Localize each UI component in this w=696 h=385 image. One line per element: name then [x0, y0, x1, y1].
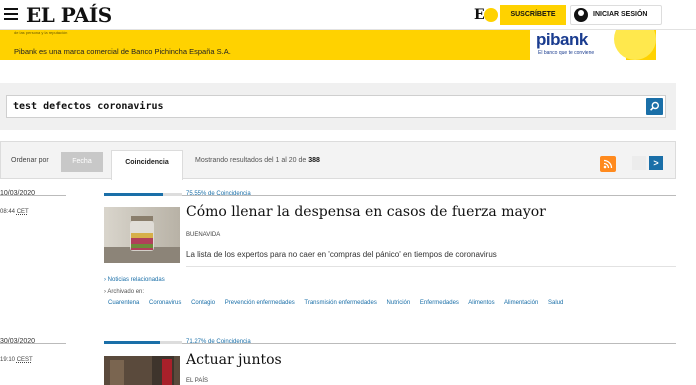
next-page-button[interactable]: >: [649, 156, 663, 170]
search-icon: [650, 101, 660, 111]
match-percentage: 71.27% de Coincidencia: [186, 339, 251, 345]
match-bar-fill: [104, 193, 163, 196]
user-icon: [574, 8, 588, 22]
result-section[interactable]: EL PAÍS: [186, 378, 208, 384]
ad-fine-print: de las persona y la reputación: [14, 30, 68, 35]
result-summary: La lista de los expertos para no caer en…: [186, 250, 497, 259]
match-bar: [104, 341, 182, 344]
tag-link[interactable]: Cuarentena: [108, 300, 139, 306]
tag-link[interactable]: Prevención enfermedades: [225, 300, 295, 306]
ad-logo-box: pibank El banco que te conviene: [530, 30, 626, 60]
ad-logo: pibank: [536, 30, 588, 49]
ad-tagline: El banco que te conviene: [538, 50, 595, 56]
summary-divider: [186, 266, 676, 267]
search-input[interactable]: test defectos coronavirus: [6, 95, 666, 118]
ad-text: Pibank es una marca comercial de Banco P…: [14, 47, 231, 56]
result-date: 30/03/2020: [0, 338, 36, 345]
rss-button[interactable]: [600, 156, 616, 172]
result-time: 08:44 CET: [0, 209, 29, 215]
result-section[interactable]: BUENAVIDA: [186, 232, 220, 238]
result-date: 10/03/2020: [0, 190, 36, 197]
result-title-link[interactable]: Cómo llenar la despensa en casos de fuer…: [186, 204, 546, 220]
sort-bar: Ordenar por Fecha Coincidencia Mostrando…: [0, 141, 676, 180]
result-time: 19:10 CEST: [0, 357, 33, 363]
tag-link[interactable]: Salud: [548, 300, 563, 306]
jar-image: [104, 207, 180, 263]
people-image: [104, 356, 180, 385]
advertisement-banner[interactable]: de las persona y la reputación Pibank es…: [0, 30, 656, 60]
tag-link[interactable]: Alimentos: [468, 300, 494, 306]
tag-link[interactable]: Enfermedades: [420, 300, 459, 306]
search-panel: test defectos coronavirus: [0, 83, 676, 130]
login-button[interactable]: INICIAR SESIÓN: [570, 5, 662, 25]
result-thumbnail[interactable]: [104, 207, 180, 263]
rss-icon: [603, 159, 613, 169]
related-news-link[interactable]: Noticias relacionadas: [104, 277, 165, 283]
previous-page-button[interactable]: [632, 156, 646, 170]
results-total: 388: [308, 157, 320, 164]
subscribe-button[interactable]: SUSCRÍBETE: [500, 5, 566, 25]
result-thumbnail[interactable]: [104, 356, 180, 385]
tag-list: Cuarentena Coronavirus Contagio Prevenci…: [108, 298, 668, 309]
match-bar-fill: [104, 341, 160, 344]
sort-label: Ordenar por: [11, 157, 49, 164]
tag-link[interactable]: Transmisión enfermedades: [304, 300, 376, 306]
match-percentage: 75.55% de Coincidencia: [186, 191, 251, 197]
tag-link[interactable]: Coronavirus: [149, 300, 181, 306]
tab-relevance[interactable]: Coincidencia: [111, 150, 183, 180]
login-label: INICIAR SESIÓN: [593, 11, 648, 18]
search-button[interactable]: [646, 98, 663, 115]
tab-date[interactable]: Fecha: [61, 152, 103, 172]
archived-label: Archivado en:: [104, 289, 144, 295]
site-header: EL PAÍS E SUSCRÍBETE INICIAR SESIÓN: [0, 0, 696, 30]
tag-link[interactable]: Contagio: [191, 300, 215, 306]
match-bar: [104, 193, 182, 196]
eplus-dot-icon: [484, 8, 498, 22]
result-title-link[interactable]: Actuar juntos: [186, 352, 282, 368]
result-divider: [0, 195, 676, 196]
tag-link[interactable]: Alimentación: [504, 300, 538, 306]
tag-link[interactable]: Nutrición: [387, 300, 411, 306]
site-logo[interactable]: EL PAÍS: [26, 3, 112, 27]
results-count: Mostrando resultados del 1 al 20 de 388: [195, 157, 320, 164]
eplus-logo[interactable]: E: [474, 7, 485, 23]
result-divider: [0, 343, 676, 344]
menu-icon[interactable]: [4, 8, 18, 20]
